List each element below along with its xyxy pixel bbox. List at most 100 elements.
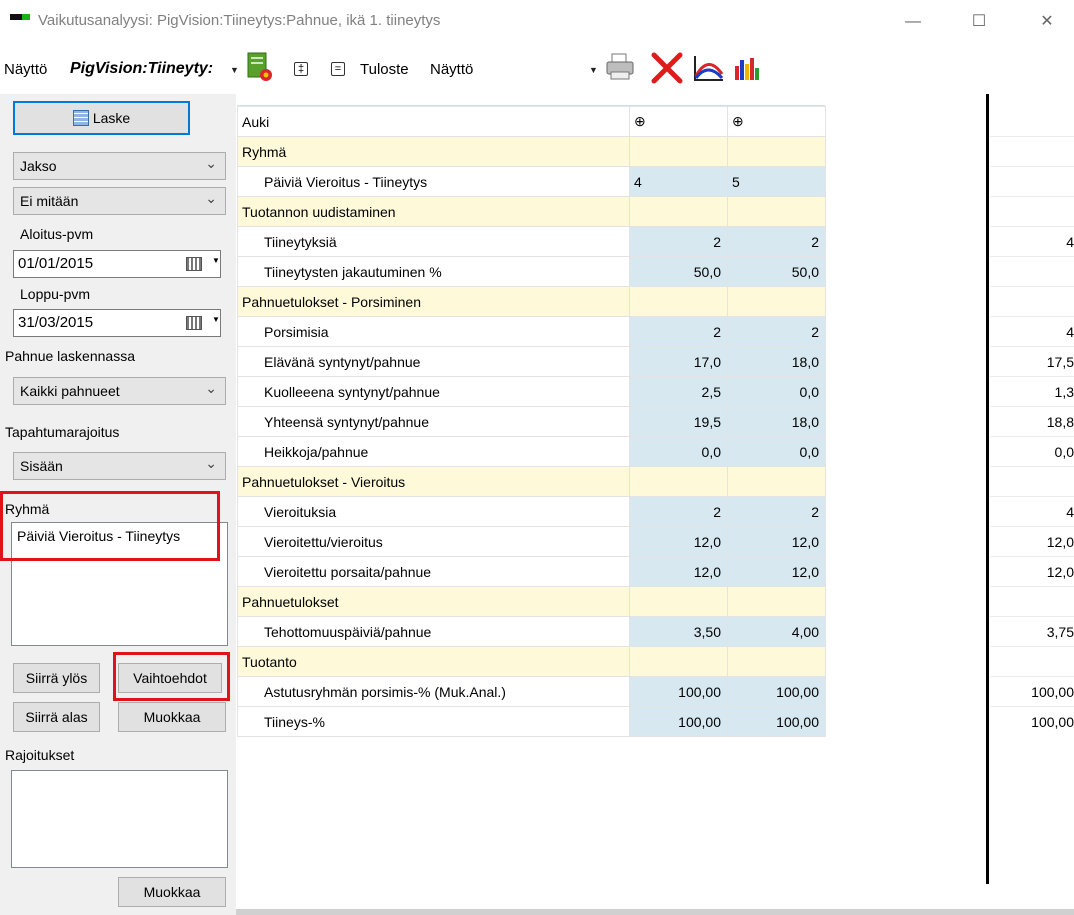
output-select[interactable]: Näyttö [430,61,473,78]
total-cell [990,196,1074,226]
value-cell-1[interactable]: 12,0 [629,526,728,557]
edit-restrictions-button[interactable]: Muokkaa [118,877,226,907]
printer-icon[interactable] [604,52,636,82]
minimize-button[interactable]: — [890,8,936,36]
litters-label: Pahnue laskennassa [5,348,135,364]
section-cell [727,136,826,167]
value-cell-1[interactable]: 0,0 [629,436,728,467]
section-cell [629,466,728,497]
end-date-label: Loppu-pvm [20,286,91,302]
start-date-label: Aloitus-pvm [20,226,94,242]
expand-all-icon[interactable]: ‡ [294,62,308,76]
settings-icon[interactable] [246,51,274,83]
calculator-icon [72,110,89,126]
table-row: Tiineys-% 100,00 100,00 [237,706,826,737]
dropdown-arrow-icon[interactable]: ▼ [212,315,220,324]
value-cell-2[interactable]: 4,00 [727,616,826,647]
event-restriction-select[interactable]: Sisään ⌄ [13,452,226,480]
expand-column-icon[interactable]: ⊕ [629,106,728,137]
total-cell: 4 [990,226,1074,256]
horizontal-scrollbar[interactable] [236,909,1074,915]
value-cell-2[interactable]: 18,0 [727,406,826,437]
section-header-row: Tuotanto [237,646,826,677]
section-title: Tuotannon uudistaminen [237,196,630,227]
event-restriction-label: Tapahtumarajoitus [5,424,120,440]
section-header-row: Ryhmä [237,136,826,167]
value-cell-1[interactable]: 50,0 [629,256,728,287]
value-cell-2[interactable]: 2 [727,226,826,257]
value-cell-2[interactable]: 2 [727,496,826,527]
close-window-button[interactable]: ✕ [1024,8,1070,36]
chevron-down-icon: ⌄ [205,190,217,206]
value-cell-2[interactable]: 100,00 [727,676,826,707]
chevron-down-icon: ⌄ [205,380,217,396]
value-cell-2[interactable]: 50,0 [727,256,826,287]
move-down-button[interactable]: Siirrä alas [13,702,100,732]
end-date-field[interactable]: 31/03/2015 ▼ [13,309,221,337]
row-label: Yhteensä syntynyt/pahnue [237,406,630,437]
total-cell [990,466,1074,496]
comparison-select[interactable]: Ei mitään ⌄ [13,187,226,215]
section-header-row: Pahnuetulokset [237,586,826,617]
total-cell [990,136,1074,166]
value-cell-1[interactable]: 4 [629,166,728,197]
section-cell [727,196,826,227]
value-cell-1[interactable]: 2 [629,226,728,257]
line-chart-icon[interactable] [692,52,726,84]
value-cell-2[interactable]: 5 [727,166,826,197]
view-dropdown-arrow-icon[interactable]: ▼ [230,65,239,75]
delete-icon[interactable] [650,52,684,84]
total-cell: 12,0 [990,526,1074,556]
value-cell-1[interactable]: 19,5 [629,406,728,437]
total-cell: 100,00 [990,706,1074,736]
value-cell-2[interactable]: 0,0 [727,376,826,407]
value-cell-1[interactable]: 100,00 [629,676,728,707]
output-dropdown-arrow-icon[interactable]: ▼ [589,65,598,75]
value-cell-1[interactable]: 17,0 [629,346,728,377]
dropdown-arrow-icon[interactable]: ▼ [212,256,220,265]
table-row: Yhteensä syntynyt/pahnue 19,5 18,0 [237,406,826,437]
value-cell-2[interactable]: 100,00 [727,706,826,737]
value-cell-1[interactable]: 3,50 [629,616,728,647]
value-cell-1[interactable]: 2 [629,496,728,527]
results-table: Auki ⊕ ⊕ Ryhmä Päiviä Vieroitus - Tiineyt… [237,106,826,737]
value-cell-2[interactable]: 18,0 [727,346,826,377]
table-row: Tiineytyksiä 2 2 [237,226,826,257]
restrictions-list[interactable] [11,770,228,868]
bar-chart-icon[interactable] [734,56,760,82]
table-row: Vieroituksia 2 2 [237,496,826,527]
value-cell-2[interactable]: 12,0 [727,556,826,587]
value-cell-1[interactable]: 2,5 [629,376,728,407]
move-up-button[interactable]: Siirrä ylös [13,663,100,693]
total-cell [990,586,1074,616]
value-cell-1[interactable]: 100,00 [629,706,728,737]
row-label: Kuolleeena syntynyt/pahnue [237,376,630,407]
maximize-button[interactable]: ☐ [956,8,1002,36]
start-date-field[interactable]: 01/01/2015 ▼ [13,250,221,278]
edit-group-button[interactable]: Muokkaa [118,702,226,732]
total-cell: 12,0 [990,556,1074,586]
value-cell-1[interactable]: 2 [629,316,728,347]
litters-select[interactable]: Kaikki pahnueet ⌄ [13,377,226,405]
value-cell-1[interactable]: 12,0 [629,556,728,587]
period-select[interactable]: Jakso ⌄ [13,152,226,180]
table-row: Tehottomuuspäiviä/pahnue 3,50 4,00 [237,616,826,647]
table-row: Elävänä syntynyt/pahnue 17,0 18,0 [237,346,826,377]
comparison-value: Ei mitään [20,193,79,209]
value-cell-2[interactable]: 2 [727,316,826,347]
expand-column-icon[interactable]: ⊕ [727,106,826,137]
row-label: Tiineytysten jakautuminen % [237,256,630,287]
grid-splitter[interactable] [986,94,989,884]
calendar-icon[interactable] [186,257,202,271]
table-row: Porsimisia 2 2 [237,316,826,347]
calendar-icon[interactable] [186,316,202,330]
view-select[interactable]: PigVision:Tiineyty: [70,60,230,78]
row-label: Vieroituksia [237,496,630,527]
value-cell-2[interactable]: 12,0 [727,526,826,557]
calculate-label: Laske [92,110,131,126]
calculate-button[interactable]: Laske [13,101,190,135]
value-cell-2[interactable]: 0,0 [727,436,826,467]
total-cell: 0,0 [990,436,1074,466]
collapse-all-icon[interactable]: = [331,62,345,76]
table-row: Tiineytysten jakautuminen % 50,0 50,0 [237,256,826,287]
